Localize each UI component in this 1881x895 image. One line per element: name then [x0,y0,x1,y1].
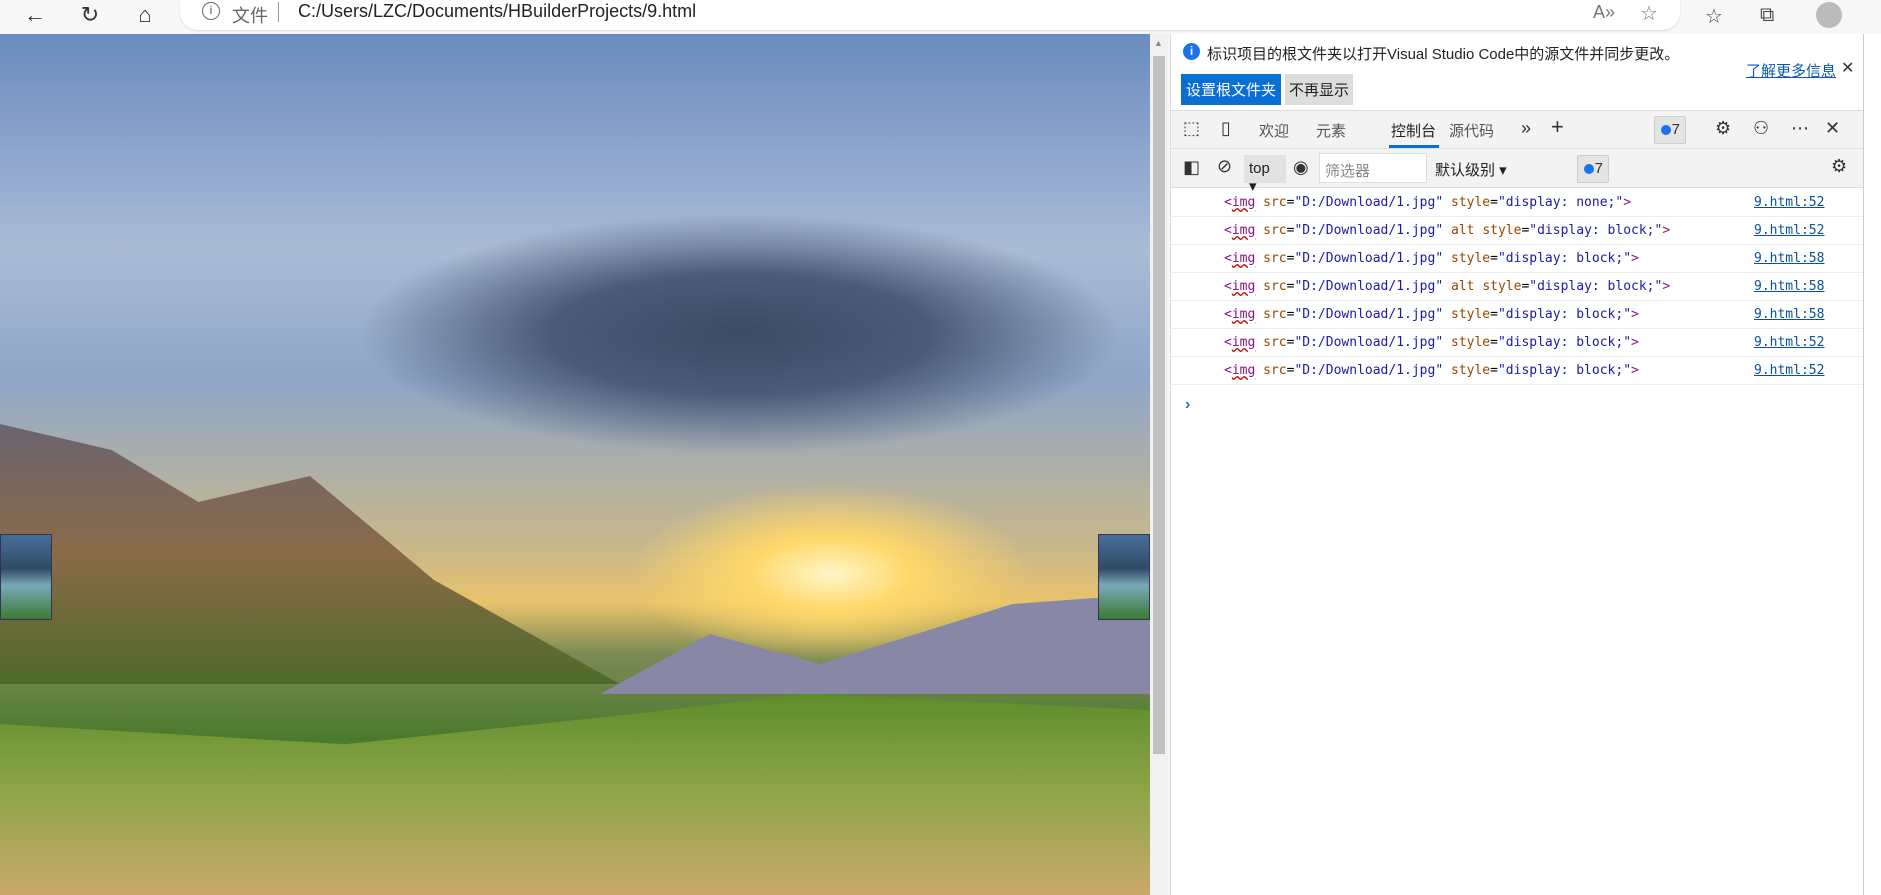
avatar[interactable] [1816,2,1842,28]
feedback-icon[interactable]: ⚇ [1753,118,1769,139]
address-bar[interactable]: i 文件 C:/Users/LZC/Documents/HBuilderProj… [180,0,1680,30]
console-message[interactable]: <img src="D:/Download/1.jpg" alt style="… [1171,273,1864,301]
filter-input[interactable]: 筛选器 [1319,153,1427,183]
window-edge [1863,34,1881,895]
filter-placeholder: 筛选器 [1325,163,1371,180]
log-element[interactable]: <img src="D:/Download/1.jpg" style="disp… [1224,329,1639,356]
tab-elements[interactable]: 元素 [1316,120,1346,141]
info-icon[interactable]: i [202,2,220,20]
url-scheme-label: 文件 [232,6,268,26]
log-element[interactable]: <img src="D:/Download/1.jpg" style="disp… [1224,357,1639,384]
divider [278,2,279,22]
home-icon[interactable]: ⌂ [130,2,160,28]
set-root-folder-button[interactable]: 设置根文件夹 [1181,74,1282,105]
sidebar-toggle-icon[interactable]: ◧ [1183,157,1200,178]
scrollbar-thumb[interactable] [1153,56,1165,754]
log-element[interactable]: <img src="D:/Download/1.jpg" style="disp… [1224,245,1639,272]
console-message[interactable]: <img src="D:/Download/1.jpg" alt style="… [1171,217,1864,245]
log-element[interactable]: <img src="D:/Download/1.jpg" style="disp… [1224,301,1639,328]
landscape-mountain [0,424,620,684]
devtools-tabbar: ⬚ ▯ 欢迎 元素 控制台 源代码 » + 7 ⚙ ⚇ ⋯ ✕ [1171,110,1864,148]
landscape-far-mountains [600,594,1150,694]
console-message[interactable]: <img src="D:/Download/1.jpg" style="disp… [1171,329,1864,357]
context-select[interactable]: top ▾ [1244,155,1286,195]
source-link[interactable]: 9.html:52 [1754,217,1824,244]
refresh-icon[interactable]: ↻ [75,2,105,28]
issues-count: 7 [1671,121,1680,138]
url-text[interactable]: C:/Users/LZC/Documents/HBuilderProjects/… [298,1,696,22]
browser-toolbar: ← ↻ ⌂ i 文件 C:/Users/LZC/Documents/HBuild… [0,0,1881,34]
console-prompt[interactable]: › [1185,396,1190,414]
log-level-value: 默认级别 [1435,162,1496,179]
console-message[interactable]: <img src="D:/Download/1.jpg" style="disp… [1171,357,1864,385]
infobar-message: 标识项目的根文件夹以打开Visual Studio Code中的源文件并同步更改… [1207,46,1680,63]
log-level-select[interactable]: 默认级别 ▾ [1435,159,1507,180]
source-link[interactable]: 9.html:58 [1754,273,1824,300]
console-toolbar: ◧ ⊘ top ▾ ◉ 筛选器 默认级别 ▾ 7 ⚙ [1171,148,1864,195]
context-value: top [1249,160,1270,177]
source-link[interactable]: 9.html:58 [1754,245,1824,272]
log-element[interactable]: <img src="D:/Download/1.jpg" alt style="… [1224,217,1670,244]
console-message[interactable]: <img src="D:/Download/1.jpg" style="disp… [1171,245,1864,273]
devtools-panel: i 标识项目的根文件夹以打开Visual Studio Code中的源文件并同步… [1170,34,1864,895]
add-tab-icon[interactable]: + [1551,114,1564,140]
back-icon[interactable]: ← [20,2,50,28]
issues-icon [1584,164,1594,174]
source-link[interactable]: 9.html:52 [1754,189,1824,216]
clear-console-icon[interactable]: ⊘ [1217,156,1232,177]
house-image-left [0,534,52,620]
more-tabs-icon[interactable]: » [1521,118,1531,139]
more-options-icon[interactable]: ⋯ [1791,118,1809,139]
source-link[interactable]: 9.html:52 [1754,329,1824,356]
read-aloud-icon[interactable]: A» [1593,2,1615,23]
add-favorite-icon[interactable]: ☆ [1640,1,1658,26]
issues-count: 7 [1594,160,1603,177]
console-settings-icon[interactable]: ⚙ [1831,156,1847,177]
house-image-right [1098,534,1150,620]
page-viewport [0,34,1150,895]
collections-icon[interactable]: ⧉ [1760,4,1774,27]
device-emulation-icon[interactable]: ▯ [1221,118,1231,139]
dont-show-again-button[interactable]: 不再显示 [1285,74,1354,105]
learn-more-link[interactable]: 了解更多信息 [1746,60,1836,81]
tab-welcome[interactable]: 欢迎 [1259,120,1289,141]
info-icon: i [1183,43,1200,60]
tab-console[interactable]: 控制台 [1391,120,1436,141]
source-link[interactable]: 9.html:52 [1754,357,1824,384]
scroll-up-icon[interactable]: ▲ [1154,38,1163,48]
infobar: i 标识项目的根文件夹以打开Visual Studio Code中的源文件并同步… [1171,34,1864,110]
console-message[interactable]: <img src="D:/Download/1.jpg" style="disp… [1171,301,1864,329]
console-issues-badge[interactable]: 7 [1577,155,1609,183]
landscape-hill [0,694,1150,895]
console-message[interactable]: <img src="D:/Download/1.jpg" style="disp… [1171,189,1864,217]
log-element[interactable]: <img src="D:/Download/1.jpg" style="disp… [1224,189,1631,216]
issues-badge[interactable]: 7 [1654,116,1686,144]
page-scrollbar[interactable]: ▲ [1150,34,1168,895]
favorites-icon[interactable]: ☆ [1705,4,1723,29]
tab-sources[interactable]: 源代码 [1449,120,1494,141]
close-icon[interactable]: ✕ [1841,58,1854,78]
live-expression-eye-icon[interactable]: ◉ [1293,157,1309,178]
inspect-icon[interactable]: ⬚ [1183,118,1200,139]
close-devtools-icon[interactable]: ✕ [1825,118,1840,139]
settings-icon[interactable]: ⚙ [1715,118,1731,139]
console-messages: <img src="D:/Download/1.jpg" style="disp… [1171,189,1864,413]
issues-icon [1661,125,1671,135]
log-element[interactable]: <img src="D:/Download/1.jpg" alt style="… [1224,273,1670,300]
source-link[interactable]: 9.html:58 [1754,301,1824,328]
